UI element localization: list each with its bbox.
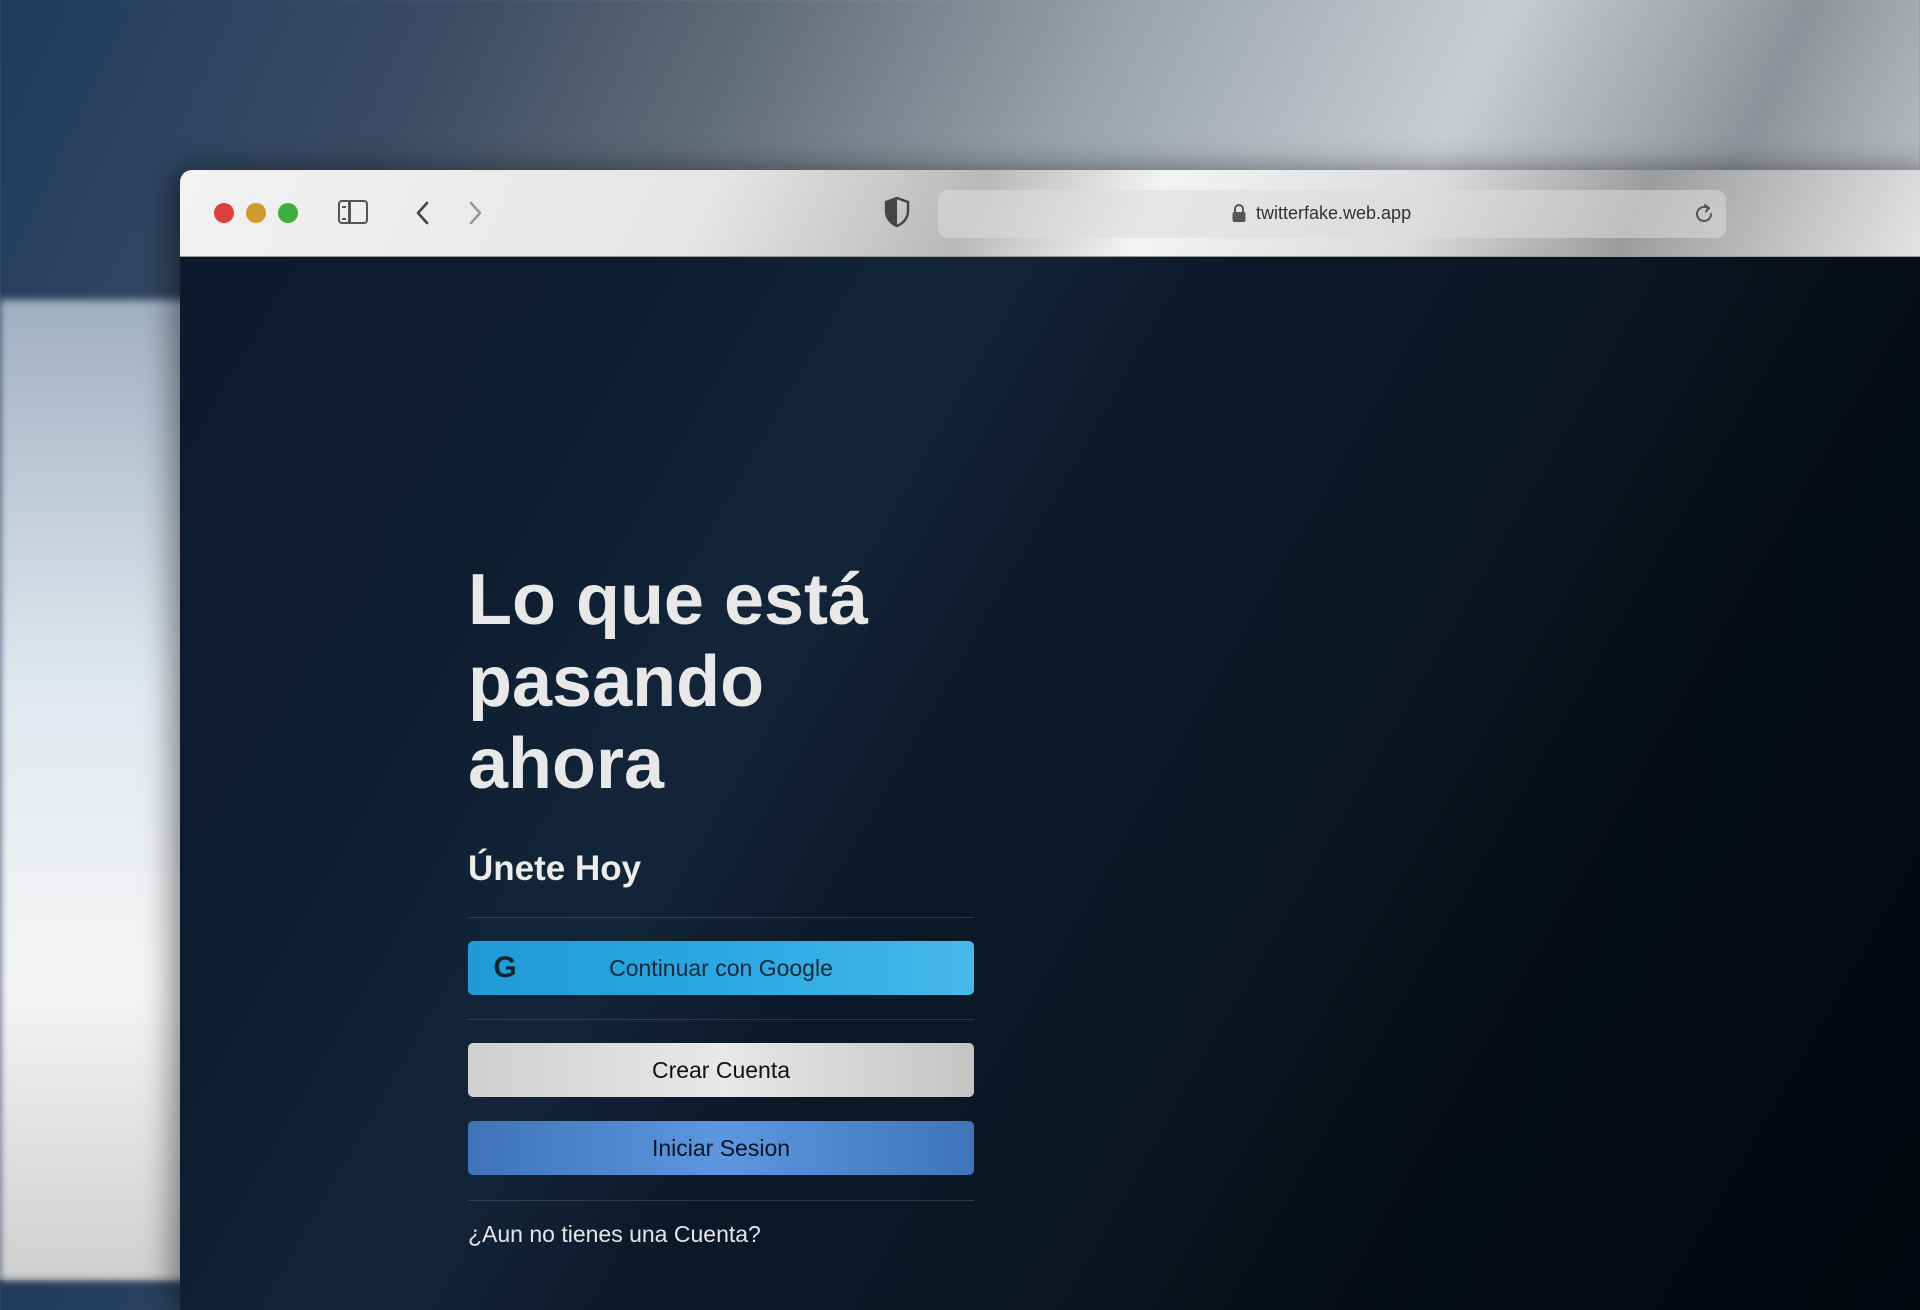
back-arrow-icon[interactable] bbox=[408, 196, 438, 230]
sidebar-toggle-icon[interactable] bbox=[338, 200, 368, 224]
address-bar[interactable]: twitterfake.web.app bbox=[938, 190, 1726, 238]
minimize-window-button[interactable] bbox=[246, 203, 266, 223]
signup-prompt-text: ¿Aun no tienes una bbox=[468, 1221, 668, 1247]
divider bbox=[468, 917, 974, 918]
signup-link[interactable]: Cuenta? bbox=[674, 1221, 761, 1247]
divider bbox=[468, 1200, 974, 1201]
page-content: Lo que está pasando ahora Únete Hoy G Co… bbox=[180, 257, 1920, 1310]
google-icon: G bbox=[493, 951, 517, 984]
forward-arrow-icon[interactable] bbox=[460, 196, 490, 230]
browser-toolbar: twitterfake.web.app bbox=[180, 170, 1920, 257]
desktop-background bbox=[0, 300, 190, 1280]
join-today-heading: Únete Hoy bbox=[468, 849, 642, 888]
login-button[interactable]: Iniciar Sesion bbox=[468, 1121, 974, 1175]
url-text[interactable]: twitterfake.web.app bbox=[1256, 203, 1411, 224]
google-button-label: Continuar con Google bbox=[609, 955, 833, 981]
signup-prompt: ¿Aun no tienes una Cuenta? bbox=[468, 1221, 988, 1248]
page-headline: Lo que está pasando ahora bbox=[468, 560, 869, 804]
hero-section: Lo que está pasando ahora Únete Hoy G Co… bbox=[468, 559, 988, 1248]
privacy-shield-icon[interactable] bbox=[883, 196, 911, 228]
create-account-button[interactable]: Crear Cuenta bbox=[468, 1043, 974, 1097]
reload-icon[interactable] bbox=[1692, 202, 1716, 226]
create-account-label: Crear Cuenta bbox=[651, 1057, 791, 1083]
lock-icon bbox=[1231, 203, 1247, 223]
continue-with-google-button[interactable]: G Continuar con Google bbox=[468, 941, 974, 995]
divider bbox=[468, 1019, 974, 1020]
zoom-window-button[interactable] bbox=[278, 203, 298, 223]
close-window-button[interactable] bbox=[214, 203, 234, 223]
login-label: Iniciar Sesion bbox=[651, 1135, 791, 1161]
browser-window: twitterfake.web.app Lo que está pasando … bbox=[180, 170, 1920, 1310]
